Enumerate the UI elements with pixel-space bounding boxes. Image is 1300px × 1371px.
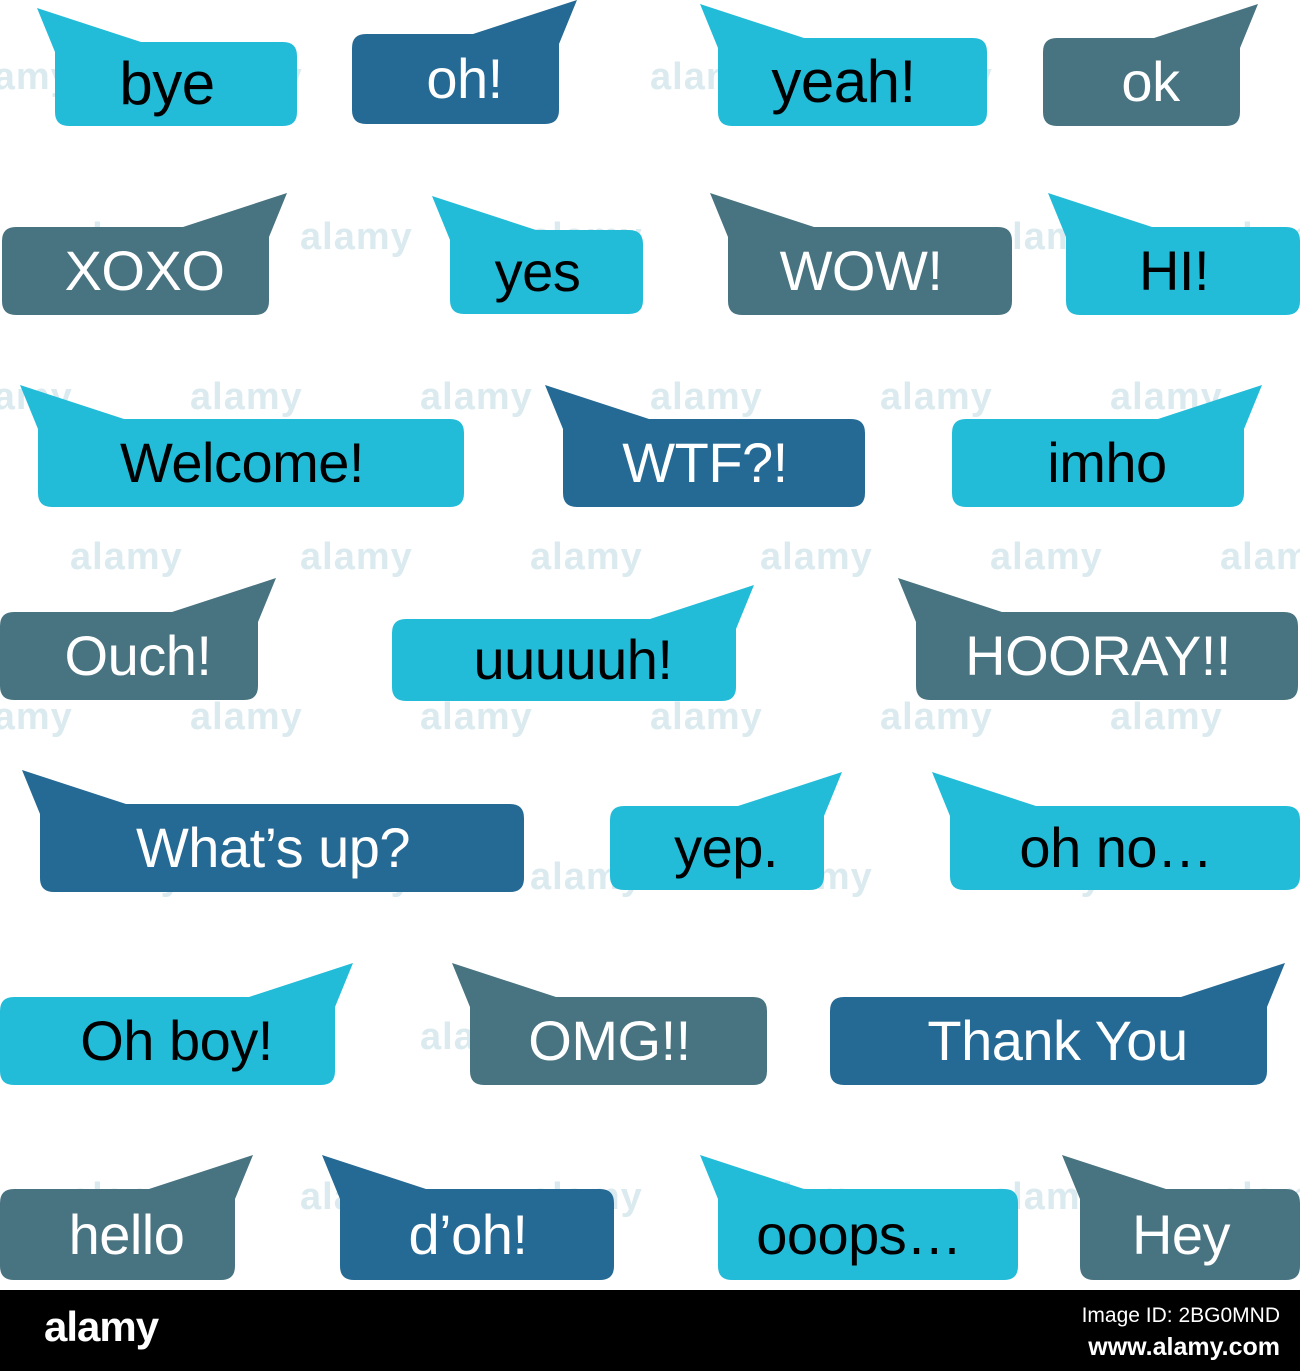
alamy-url-text: www.alamy.com bbox=[1088, 1333, 1280, 1361]
bubble-shape-tail-left bbox=[700, 1155, 1018, 1280]
bubble-shape-tail-left bbox=[432, 196, 643, 314]
bubble-shape-tail-left bbox=[710, 193, 1012, 315]
bubble-shape-tail-right bbox=[952, 385, 1262, 507]
bubble-shape-tail-right bbox=[830, 963, 1285, 1085]
speech-bubble[interactable]: imho bbox=[952, 385, 1262, 507]
speech-bubble[interactable]: WTF?! bbox=[545, 385, 865, 507]
speech-bubble[interactable]: hello bbox=[0, 1155, 253, 1280]
bubble-shape-tail-left bbox=[545, 385, 865, 507]
speech-bubble[interactable]: OMG!! bbox=[452, 963, 767, 1085]
speech-bubble[interactable]: XOXO bbox=[2, 193, 287, 315]
speech-bubble[interactable]: yes bbox=[432, 196, 643, 314]
speech-bubble[interactable]: bye bbox=[37, 8, 297, 126]
speech-bubble[interactable]: HOORAY!! bbox=[898, 578, 1298, 700]
watermark-text: alamy bbox=[1110, 696, 1223, 738]
bubble-shape-tail-left bbox=[1048, 193, 1300, 315]
watermark-text: alamy bbox=[300, 536, 413, 578]
bubble-shape-tail-left bbox=[700, 4, 987, 126]
watermark-text: alamy bbox=[650, 696, 763, 738]
watermark-text: alamy bbox=[880, 696, 993, 738]
speech-bubble[interactable]: Welcome! bbox=[20, 385, 464, 507]
bubble-shape-tail-left bbox=[932, 772, 1300, 890]
speech-bubble[interactable]: ooops… bbox=[700, 1155, 1018, 1280]
bubble-shape-tail-right bbox=[0, 963, 353, 1085]
speech-bubble[interactable]: oh! bbox=[352, 0, 577, 124]
watermark-text: alamy bbox=[760, 536, 873, 578]
bubbles-canvas: alamy alamy alamy alamy alamy alamy alamy alamy… bbox=[0, 0, 1300, 1290]
speech-bubble[interactable]: HI! bbox=[1048, 193, 1300, 315]
speech-bubble[interactable]: d’oh! bbox=[322, 1155, 614, 1280]
bubble-shape-tail-right bbox=[0, 578, 276, 700]
speech-bubble[interactable]: yep. bbox=[610, 772, 842, 890]
bubble-shape-tail-right bbox=[1043, 4, 1258, 126]
bubble-shape-tail-right bbox=[352, 0, 577, 124]
speech-bubble[interactable]: ok bbox=[1043, 4, 1258, 126]
bubble-shape-tail-left bbox=[22, 770, 524, 892]
watermark-text: alamy bbox=[0, 696, 73, 738]
bubble-shape-tail-left bbox=[20, 385, 464, 507]
speech-bubble[interactable]: WOW! bbox=[710, 193, 1012, 315]
speech-bubble[interactable]: yeah! bbox=[700, 4, 987, 126]
speech-bubble[interactable]: Thank You bbox=[830, 963, 1285, 1085]
speech-bubble[interactable]: Oh boy! bbox=[0, 963, 353, 1085]
watermark-text: alamy bbox=[1220, 536, 1300, 578]
watermark-text: alamy bbox=[530, 536, 643, 578]
speech-bubble[interactable]: What’s up? bbox=[22, 770, 524, 892]
bubble-shape-tail-right bbox=[2, 193, 287, 315]
alamy-footer-bar: alamy Image ID: 2BG0MND www.alamy.com bbox=[0, 1290, 1300, 1371]
watermark-text: alamy bbox=[990, 536, 1103, 578]
bubble-shape-tail-right bbox=[392, 585, 754, 701]
speech-bubble[interactable]: Ouch! bbox=[0, 578, 276, 700]
speech-bubble[interactable]: Hey bbox=[1062, 1155, 1300, 1280]
watermark-text: alamy bbox=[190, 696, 303, 738]
speech-bubble[interactable]: uuuuuh! bbox=[392, 585, 754, 701]
watermark-text: alamy bbox=[420, 696, 533, 738]
speech-bubble[interactable]: oh no… bbox=[932, 772, 1300, 890]
watermark-text: alamy bbox=[300, 216, 413, 258]
bubble-shape-tail-right bbox=[610, 772, 842, 890]
watermark-text: alamy bbox=[70, 536, 183, 578]
bubble-shape-tail-left bbox=[452, 963, 767, 1085]
bubble-shape-tail-left bbox=[898, 578, 1298, 700]
image-id-text: Image ID: 2BG0MND bbox=[1081, 1304, 1280, 1327]
bubble-shape-tail-right bbox=[0, 1155, 253, 1280]
bubble-shape-tail-left bbox=[322, 1155, 614, 1280]
bubble-shape-tail-left bbox=[37, 8, 297, 126]
alamy-logo: alamy bbox=[44, 1303, 159, 1350]
bubble-shape-tail-left bbox=[1062, 1155, 1300, 1280]
